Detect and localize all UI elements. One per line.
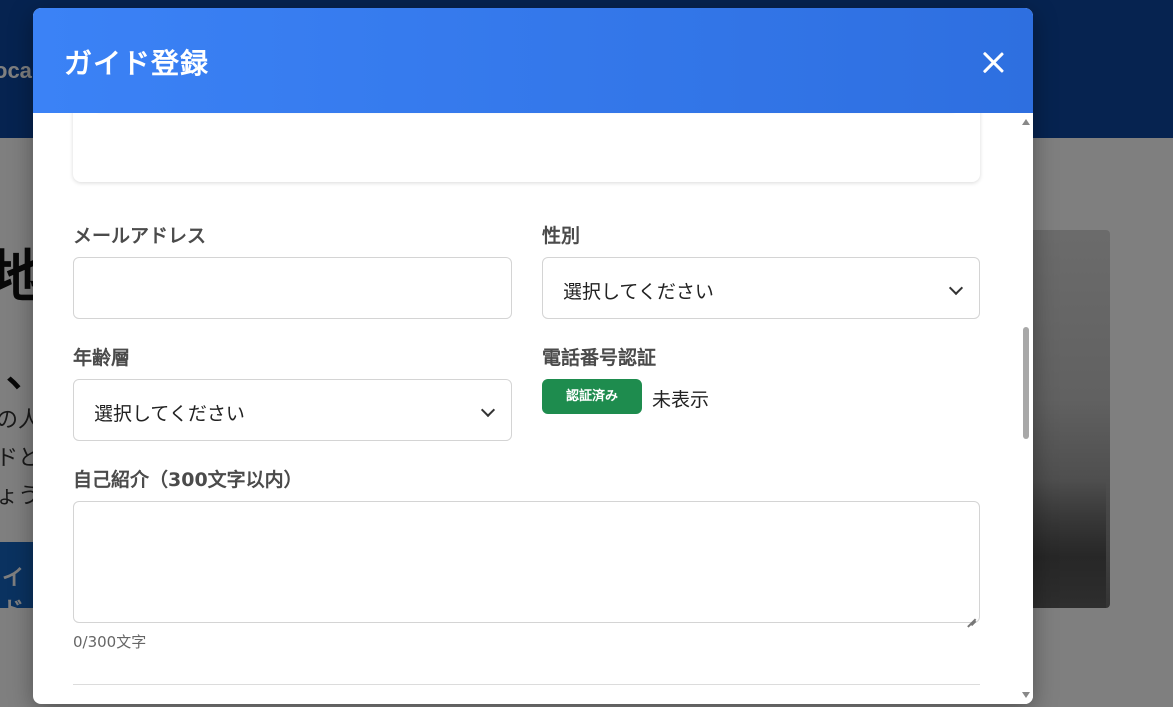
- section-divider: [73, 684, 980, 685]
- gender-select[interactable]: 選択してください: [542, 257, 980, 319]
- chevron-down-icon: [480, 402, 496, 418]
- phone-status-text: 未表示: [652, 389, 710, 411]
- email-label: メールアドレス: [73, 225, 207, 247]
- resize-handle-icon[interactable]: [967, 610, 976, 619]
- gender-select-value: 選択してください: [563, 281, 714, 303]
- age-group-select-value: 選択してください: [94, 403, 245, 425]
- previous-section-card: [73, 113, 980, 182]
- modal-header: ガイド登録: [33, 8, 1033, 113]
- modal-body: メールアドレス 性別 選択してください 年齢層 選択してください 電話番号認証 …: [33, 113, 1033, 704]
- self-intro-textarea[interactable]: [73, 501, 980, 623]
- verified-badge: 認証済み: [542, 379, 642, 414]
- gender-label: 性別: [542, 225, 581, 247]
- modal-scrollbar[interactable]: [1019, 113, 1033, 704]
- scroll-up-arrow-icon[interactable]: [1022, 119, 1030, 125]
- age-group-select[interactable]: 選択してください: [73, 379, 512, 441]
- scrollbar-thumb[interactable]: [1023, 327, 1029, 439]
- age-group-label: 年齢層: [73, 347, 131, 369]
- char-count: 0/300文字: [73, 633, 147, 651]
- guide-registration-modal: ガイド登録 メールアドレス 性別 選択してください 年齢層 選択してください 電…: [33, 8, 1033, 704]
- phone-verification-label: 電話番号認証: [542, 347, 657, 369]
- close-icon[interactable]: [973, 42, 1013, 82]
- modal-title: ガイド登録: [64, 47, 210, 80]
- scroll-down-arrow-icon[interactable]: [1022, 692, 1030, 698]
- email-field[interactable]: [73, 257, 512, 319]
- self-intro-label: 自己紹介（300文字以内）: [73, 469, 303, 491]
- chevron-down-icon: [948, 280, 964, 296]
